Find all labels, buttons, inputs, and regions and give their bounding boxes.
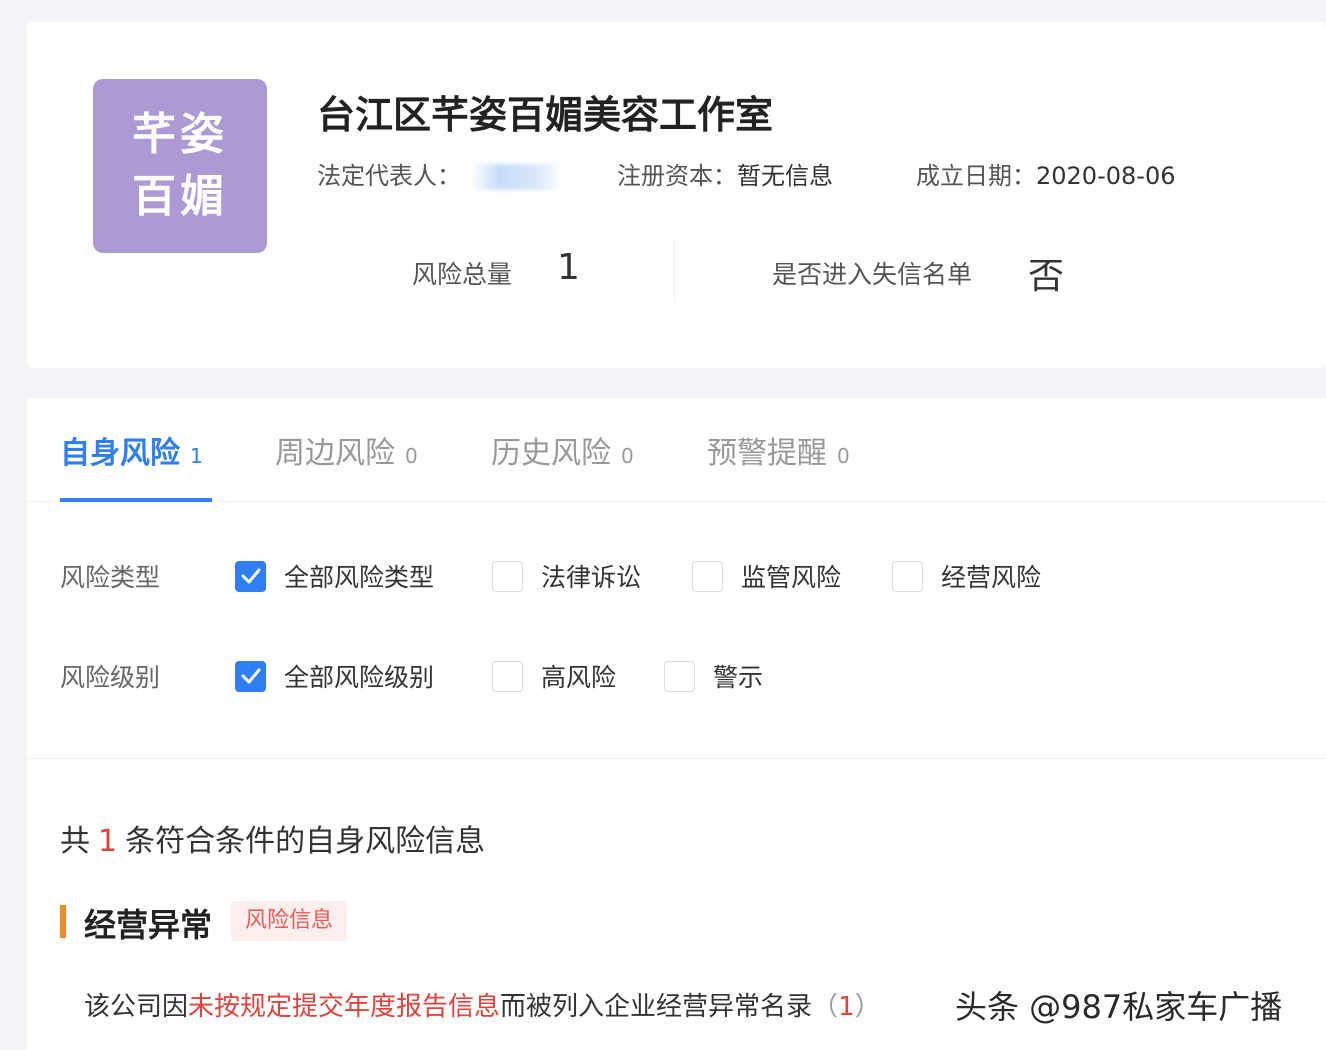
- section-accent-bar: [60, 905, 66, 938]
- est-date-value: 2020-08-06: [1036, 162, 1176, 190]
- risk-level-label: 风险级别: [60, 663, 161, 692]
- company-name: 台江区芊姿百媚美容工作室: [317, 93, 774, 137]
- risk-total-value: 1: [557, 247, 580, 288]
- blacklist-label: 是否进入失信名单: [772, 260, 973, 289]
- tab-count: 0: [621, 444, 634, 468]
- tab-history-risk[interactable]: 历史风险 0: [491, 428, 634, 472]
- risk-card: 自身风险 1 周边风险 0 历史风险 0 预警提醒 0 风险类型 全部风险类型 法律诉讼…: [27, 398, 1326, 1050]
- risk-info-badge: 风险信息: [231, 901, 348, 941]
- checkbox-checked-icon[interactable]: [235, 660, 266, 692]
- risk-detail-text: 该公司因未按规定提交年度报告信息而被列入企业经营异常名录（1）: [84, 986, 881, 1023]
- tab-count: 0: [405, 444, 418, 468]
- metric-divider: [674, 240, 675, 302]
- detail-count: 1: [838, 992, 855, 1022]
- risk-total-label: 风险总量: [412, 260, 513, 289]
- est-date-label: 成立日期：: [916, 162, 1036, 190]
- tab-label: 自身风险: [60, 436, 180, 471]
- filter-legal-litigation[interactable]: 法律诉讼: [492, 558, 641, 594]
- tab-count: 1: [190, 444, 203, 468]
- summary-prefix: 共: [60, 824, 90, 859]
- tab-surrounding-risk[interactable]: 周边风险 0: [275, 428, 418, 472]
- option-label: 全部风险级别: [284, 663, 435, 692]
- logo-text-line2: 百媚: [132, 171, 228, 222]
- summary-count: 1: [98, 824, 118, 859]
- detail-paren-open: （: [812, 992, 839, 1022]
- risk-type-label: 风险类型: [60, 563, 161, 592]
- logo-text-line1: 芊姿: [132, 109, 228, 160]
- tab-warning-alert[interactable]: 预警提醒 0: [707, 428, 850, 472]
- filter-operating-risk[interactable]: 经营风险: [892, 558, 1041, 594]
- tab-label: 周边风险: [275, 436, 395, 471]
- company-card: 芊姿 百媚 台江区芊姿百媚美容工作室 法定代表人： 注册资本：暂无信息 成立日期…: [27, 22, 1326, 368]
- establish-date: 成立日期：2020-08-06: [916, 156, 1175, 191]
- reg-capital-label: 注册资本：: [617, 162, 737, 190]
- tab-count: 0: [837, 444, 850, 468]
- detail-paren-close: ）: [854, 992, 881, 1022]
- option-label: 高风险: [541, 663, 617, 692]
- detail-suffix: 而被列入企业经营异常名录: [500, 992, 813, 1022]
- legal-rep-label: 法定代表人：: [317, 162, 461, 190]
- legal-representative: 法定代表人：: [317, 156, 563, 191]
- result-summary: 共 1 条符合条件的自身风险信息: [60, 816, 485, 860]
- watermark-text: 头条 @987私家车广播: [955, 988, 1283, 1026]
- risk-tabs: 自身风险 1 周边风险 0 历史风险 0 预警提醒 0: [27, 398, 1326, 502]
- tab-label: 历史风险: [491, 436, 611, 471]
- checkbox-checked-icon[interactable]: [235, 560, 266, 592]
- option-label: 全部风险类型: [284, 563, 435, 592]
- option-label: 监管风险: [741, 563, 842, 592]
- filter-divider: [27, 758, 1326, 759]
- filter-all-risk-types[interactable]: 全部风险类型: [235, 558, 434, 594]
- checkbox-icon[interactable]: [492, 660, 523, 692]
- filter-regulatory-risk[interactable]: 监管风险: [692, 558, 841, 594]
- tab-label: 预警提醒: [707, 436, 827, 471]
- filter-warning[interactable]: 警示: [664, 658, 763, 694]
- detail-highlight-link[interactable]: 未按规定提交年度报告信息: [188, 992, 500, 1022]
- company-logo: 芊姿 百媚: [93, 79, 267, 253]
- legal-rep-redacted: [471, 164, 563, 190]
- filter-all-risk-levels[interactable]: 全部风险级别: [235, 658, 434, 694]
- registered-capital: 注册资本：暂无信息: [617, 156, 833, 191]
- tab-self-risk[interactable]: 自身风险 1: [60, 428, 203, 472]
- checkbox-icon[interactable]: [664, 660, 695, 692]
- blacklist-value: 否: [1028, 256, 1065, 297]
- option-label: 法律诉讼: [541, 563, 642, 592]
- reg-capital-value: 暂无信息: [737, 162, 833, 190]
- filter-high-risk[interactable]: 高风险: [492, 658, 616, 694]
- checkbox-icon[interactable]: [492, 560, 523, 592]
- active-tab-indicator: [60, 498, 212, 502]
- summary-suffix: 条符合条件的自身风险信息: [125, 824, 486, 859]
- option-label: 经营风险: [941, 563, 1042, 592]
- checkbox-icon[interactable]: [892, 560, 923, 592]
- section-title: 经营异常: [84, 906, 213, 944]
- detail-prefix: 该公司因: [84, 992, 189, 1022]
- option-label: 警示: [713, 663, 764, 692]
- checkbox-icon[interactable]: [692, 560, 723, 592]
